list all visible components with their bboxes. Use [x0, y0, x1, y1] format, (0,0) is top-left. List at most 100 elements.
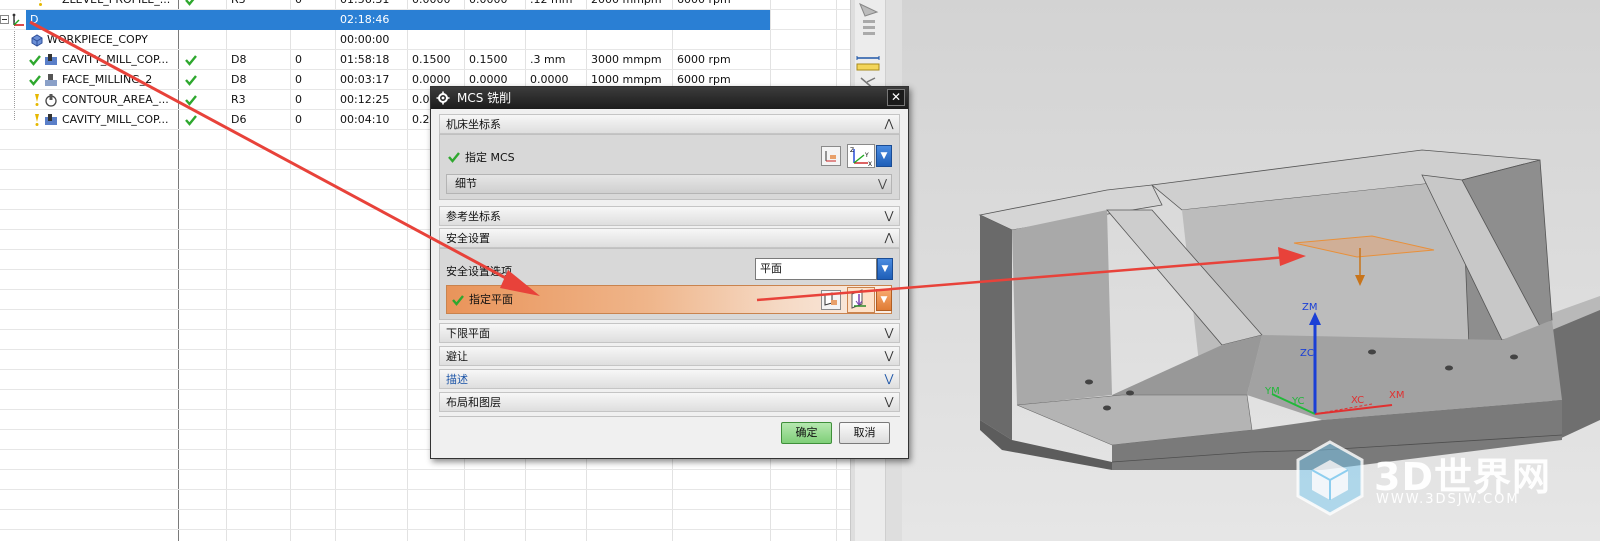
time-cell: 00:12:25: [340, 93, 390, 106]
table-row[interactable]: WORKPIECE_COPY 00:00:00: [0, 30, 850, 50]
chevron-down-icon: ⋁: [884, 326, 894, 339]
time-cell: 00:00:00: [340, 33, 390, 46]
section-layout-layers[interactable]: 布局和图层 ⋁: [439, 392, 900, 412]
check-icon: [185, 0, 195, 6]
axis-label-zm: ZM: [1302, 302, 1318, 313]
time-cell: 02:18:46: [340, 13, 390, 26]
section-description[interactable]: 描述 ⋁: [439, 369, 900, 389]
section-lower-limit[interactable]: 下限平面 ⋁: [439, 323, 900, 343]
stock-cell: 0.2: [412, 113, 430, 126]
cavity-mill-icon: [45, 54, 57, 65]
csys-type-button[interactable]: Z YX: [847, 144, 875, 168]
clearance-panel: 安全设置选项 平面 ▼ 指定平面 ▼: [439, 248, 900, 320]
section-label: 描述: [446, 373, 468, 386]
divider: [439, 416, 900, 417]
check-icon: [448, 152, 460, 163]
operation-name: FACE_MILLING_2: [62, 73, 153, 86]
specify-mcs-label: 指定 MCS: [465, 151, 515, 164]
tool-cell: D6: [231, 113, 247, 126]
axis-label-yc: YC: [1292, 396, 1305, 407]
operation-name: D: [30, 13, 39, 26]
empty-row: [0, 490, 850, 510]
clearance-option-label: 安全设置选项: [446, 265, 512, 278]
feed-cell: 3000 mmpm: [591, 53, 662, 66]
tool-cell: R3: [231, 0, 246, 10]
stock-cell: 0.0000: [412, 0, 451, 10]
step-cell: .12 mm: [530, 0, 572, 10]
plane-type-button[interactable]: [847, 287, 875, 313]
stock-cell: 0.1500: [469, 53, 508, 66]
brand-logo-icon: [1296, 440, 1364, 516]
plane-normal-icon: [851, 289, 866, 309]
section-label: 布局和图层: [446, 396, 501, 409]
axis-label-zc: ZC: [1300, 348, 1314, 359]
warning-icon: [39, 0, 42, 6]
tool-icon[interactable]: [857, 2, 881, 42]
section-label: 避让: [446, 350, 468, 363]
contour-area-icon: [45, 94, 57, 107]
clearance-option-value: 平面: [760, 262, 782, 275]
details-subsection[interactable]: 细节 ⋁: [446, 174, 892, 194]
csys-type-dropdown[interactable]: ▼: [876, 145, 892, 167]
section-avoidance[interactable]: 避让 ⋁: [439, 346, 900, 366]
collapse-icon[interactable]: [0, 15, 9, 24]
tool-cell: R3: [231, 93, 246, 106]
check-icon: [452, 295, 464, 306]
section-label: 参考坐标系: [446, 210, 501, 223]
brand-url: WWW.3DSJW.COM: [1376, 492, 1520, 507]
section-label: 下限平面: [446, 327, 490, 340]
plane-icon: [824, 292, 837, 306]
chevron-up-icon: ⋀: [884, 231, 894, 244]
xyz-axes-icon: Z YX: [850, 147, 872, 168]
operation-name: CAVITY_MILL_COP...: [62, 53, 169, 66]
tool-cell: D8: [231, 53, 247, 66]
clearance-option-dropdown[interactable]: ▼: [877, 258, 893, 280]
measure-icon[interactable]: [855, 54, 881, 72]
gear-icon: [436, 91, 450, 105]
table-row-selected[interactable]: D 02:18:46: [0, 10, 850, 30]
chevron-down-icon: ⋁: [884, 349, 894, 362]
time-cell: 01:56:31: [340, 0, 389, 10]
chevron-down-icon: ⋁: [884, 395, 894, 408]
cavity-mill-icon: [45, 114, 57, 125]
check-icon: [185, 75, 197, 86]
empty-row: [0, 530, 850, 541]
plane-dialog-button[interactable]: [821, 290, 841, 310]
csys-dialog-button[interactable]: [821, 146, 841, 166]
chevron-up-icon: ⋀: [884, 117, 894, 130]
operation-name: WORKPIECE_COPY: [47, 33, 148, 46]
clearance-option-select[interactable]: 平面: [755, 258, 877, 280]
section-machine-csys[interactable]: 机床坐标系 ⋀: [439, 114, 900, 134]
operation-name: CONTOUR_AREA_...: [62, 93, 169, 106]
specify-plane-label: 指定平面: [469, 293, 513, 306]
section-label: 机床坐标系: [446, 118, 501, 131]
cancel-button[interactable]: 取消: [839, 422, 890, 444]
table-row[interactable]: ZLEVEL_PROFILE_... R3 0 01:56:31 0.0000 …: [0, 0, 850, 10]
close-button[interactable]: ✕: [887, 89, 905, 106]
stock-cell: 0.0: [412, 93, 430, 106]
ok-button[interactable]: 确定: [781, 422, 832, 444]
face-milling-icon: [45, 74, 57, 86]
section-label: 安全设置: [446, 232, 490, 245]
mcs-icon: [12, 13, 24, 26]
svg-text:X: X: [868, 161, 872, 167]
chevron-down-icon: ⋁: [884, 209, 894, 222]
svg-text:Y: Y: [864, 152, 869, 159]
axis-label-xm: XM: [1389, 390, 1405, 401]
csys-icon: [825, 151, 836, 162]
dialog-titlebar[interactable]: MCS 铣削 ✕: [431, 87, 908, 109]
details-label: 细节: [455, 177, 477, 190]
step-cell: .3 mm: [530, 53, 566, 66]
dialog-title: MCS 铣削: [457, 91, 512, 105]
empty-row: [0, 510, 850, 530]
plane-type-dropdown[interactable]: ▼: [876, 289, 892, 311]
section-clearance[interactable]: 安全设置 ⋀: [439, 228, 900, 248]
count-cell: 0: [295, 113, 302, 126]
time-cell: 00:03:17: [340, 73, 390, 86]
feed-cell: 2000 mmpm: [591, 0, 662, 10]
table-row[interactable]: CAVITY_MILL_COP... D8 0 01:58:18 0.1500 …: [0, 50, 850, 70]
axis-label-ym: YM: [1265, 386, 1280, 397]
section-ref-csys[interactable]: 参考坐标系 ⋁: [439, 206, 900, 226]
empty-row: [0, 470, 850, 490]
svg-text:Z: Z: [850, 147, 854, 154]
